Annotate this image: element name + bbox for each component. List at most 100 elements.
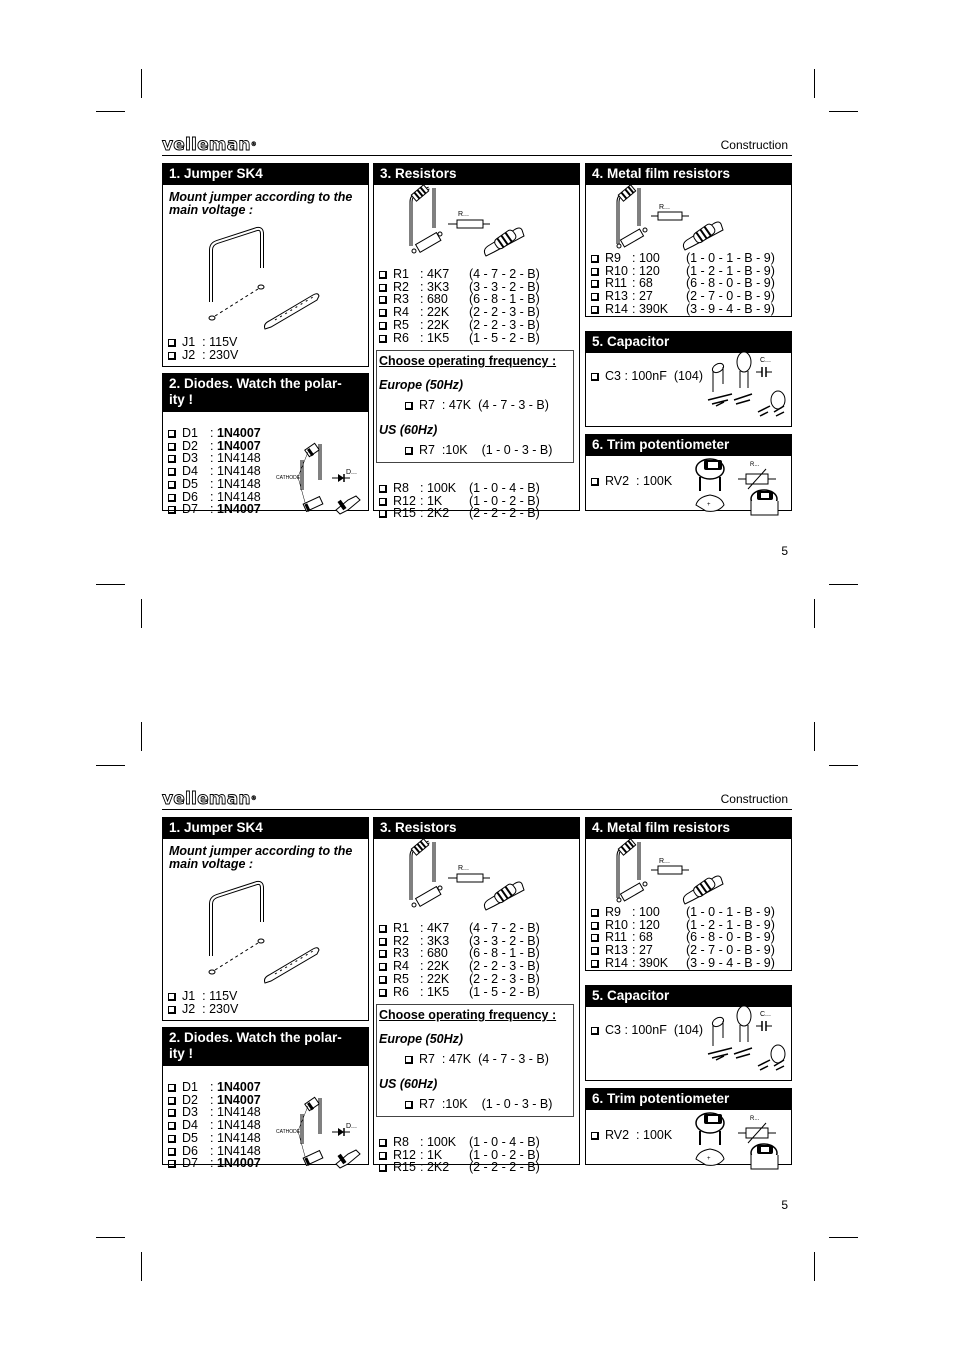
checkbox[interactable] bbox=[168, 339, 176, 347]
checkbox[interactable] bbox=[168, 1122, 176, 1131]
checkbox[interactable] bbox=[591, 909, 599, 917]
checkbox[interactable] bbox=[379, 283, 387, 292]
checkbox[interactable] bbox=[379, 510, 387, 519]
list-item[interactable]: J2 : 230V bbox=[168, 1002, 238, 1016]
checkbox[interactable] bbox=[168, 468, 176, 477]
checkbox[interactable] bbox=[168, 506, 176, 515]
list-item[interactable]: R15: 2K2 (2 - 2 - 2 - B) bbox=[379, 1161, 540, 1174]
list-item[interactable]: D7: 1N4007 bbox=[168, 503, 261, 516]
checkbox[interactable] bbox=[379, 497, 387, 506]
panel-title: 4. Metal film resistors bbox=[586, 818, 791, 839]
checkbox[interactable] bbox=[168, 455, 176, 464]
list-item[interactable]: RV2 : 100K bbox=[591, 1129, 672, 1142]
checkbox[interactable] bbox=[591, 921, 599, 930]
panel-trim-potentiometer: 6. Trim potentiometer RV2 : 100K + R... bbox=[585, 1088, 792, 1170]
jumper-illustration bbox=[208, 226, 320, 330]
checkbox[interactable] bbox=[379, 485, 387, 493]
checkbox[interactable] bbox=[379, 988, 387, 997]
checkbox[interactable] bbox=[405, 1056, 413, 1064]
checkbox[interactable] bbox=[591, 959, 599, 968]
list-item[interactable]: R15: 2K2 (2 - 2 - 2 - B) bbox=[379, 507, 540, 520]
checkbox[interactable] bbox=[379, 950, 387, 959]
checkbox[interactable] bbox=[168, 493, 176, 502]
page-header: velleman® Construction bbox=[162, 134, 792, 156]
jumper-list: J1 : 115V J2 : 230V bbox=[168, 336, 238, 361]
checkbox[interactable] bbox=[405, 446, 413, 455]
checkbox[interactable] bbox=[168, 1005, 176, 1014]
checkbox[interactable] bbox=[168, 1134, 176, 1143]
jumper-list: J1 : 115V J2 : 230V bbox=[168, 990, 238, 1015]
panel-metal-film-resistors: 4. Metal film resistors R... R9: 100 (1 - bbox=[585, 163, 792, 317]
list-item-europe[interactable]: R7 : 47K (4 - 7 - 3 - B) bbox=[377, 392, 573, 412]
checkbox[interactable] bbox=[168, 1160, 176, 1169]
checkbox[interactable] bbox=[379, 296, 387, 305]
checkbox[interactable] bbox=[168, 480, 176, 489]
list-item[interactable]: D7: 1N4007 bbox=[168, 1157, 261, 1170]
list-item-us[interactable]: R7 :10K (1 - 0 - 3 - B) bbox=[377, 1091, 573, 1111]
panel-diodes: 2. Diodes. Watch the polar-ity ! D1: 1N4… bbox=[162, 373, 369, 516]
checkbox[interactable] bbox=[591, 255, 599, 263]
list-item-us[interactable]: R7 :10K (1 - 0 - 3 - B) bbox=[377, 437, 573, 457]
resistor-illustration: R... bbox=[409, 838, 525, 911]
checkbox[interactable] bbox=[591, 478, 599, 486]
checkbox[interactable] bbox=[168, 1109, 176, 1118]
list-item[interactable]: R14: 390K (3 - 9 - 4 - B - 9) bbox=[591, 302, 775, 316]
checkbox[interactable] bbox=[168, 442, 176, 451]
panel-title: 3. Resistors bbox=[374, 818, 579, 839]
panel-jumper: 1. Jumper SK4 Mount jumper according to … bbox=[162, 817, 369, 1021]
list-item[interactable]: C3 : 100nF (104) bbox=[591, 1024, 703, 1037]
checkbox[interactable] bbox=[379, 321, 387, 330]
checkbox[interactable] bbox=[591, 373, 599, 381]
panel-title: 3. Resistors bbox=[374, 164, 579, 185]
checkbox[interactable] bbox=[379, 309, 387, 318]
checkbox[interactable] bbox=[168, 351, 176, 360]
panel-capacitor: 5. Capacitor C3 : 100nF (104) C... bbox=[585, 331, 792, 427]
checkbox[interactable] bbox=[591, 934, 599, 943]
checkbox[interactable] bbox=[379, 1151, 387, 1160]
checkbox[interactable] bbox=[379, 1164, 387, 1173]
checkbox[interactable] bbox=[379, 963, 387, 972]
checkbox[interactable] bbox=[591, 947, 599, 956]
checkbox[interactable] bbox=[379, 925, 387, 933]
checkbox[interactable] bbox=[168, 1084, 176, 1092]
resistor-extra-list: R8: 100K (1 - 0 - 4 - B) R12: 1K (1 - 0 - … bbox=[379, 1136, 540, 1174]
panel-resistors: 3. Resistors R... R1: 4K7 (4 - 7 - 2 - B) bbox=[373, 817, 580, 1174]
list-item[interactable]: J2 : 230V bbox=[168, 348, 238, 362]
checkbox[interactable] bbox=[591, 280, 599, 289]
list-item[interactable]: R6: 1K5 (1 - 5 - 2 - B) bbox=[379, 331, 540, 345]
list-item[interactable]: R14: 390K (3 - 9 - 4 - B - 9) bbox=[591, 956, 775, 970]
crop-mark bbox=[141, 69, 142, 98]
panel-title: 4. Metal film resistors bbox=[586, 164, 791, 185]
checkbox[interactable] bbox=[168, 1096, 176, 1105]
checkbox[interactable] bbox=[405, 402, 413, 410]
crop-mark bbox=[814, 722, 815, 751]
checkbox[interactable] bbox=[168, 1147, 176, 1156]
checkbox[interactable] bbox=[591, 293, 599, 302]
checkbox[interactable] bbox=[379, 1139, 387, 1147]
checkbox[interactable] bbox=[379, 334, 387, 343]
list-item[interactable]: RV2 : 100K bbox=[591, 475, 672, 488]
resistor-extra-list: R8: 100K (1 - 0 - 4 - B) R12: 1K (1 - 0 - … bbox=[379, 482, 540, 520]
checkbox[interactable] bbox=[379, 975, 387, 984]
metal-film-list: R9: 100 (1 - 0 - 1 - B - 9) R10: 120 (1 - … bbox=[591, 252, 775, 316]
checkbox[interactable] bbox=[591, 305, 599, 314]
diode-list: D1: 1N4007 D2: 1N4007 D3: 1N4148 D4: 1N4… bbox=[168, 1081, 261, 1170]
diode-symbol-label: D... bbox=[346, 469, 357, 476]
crop-mark bbox=[96, 1237, 125, 1238]
checkbox[interactable] bbox=[168, 430, 176, 438]
list-item[interactable]: R6: 1K5 (1 - 5 - 2 - B) bbox=[379, 985, 540, 999]
list-item[interactable]: C3 : 100nF (104) bbox=[591, 370, 703, 383]
checkbox[interactable] bbox=[591, 1132, 599, 1140]
checkbox[interactable] bbox=[168, 993, 176, 1001]
panel-metal-film-resistors: 4. Metal film resistors R... R9: 100 (1 - bbox=[585, 817, 792, 971]
checkbox[interactable] bbox=[405, 1100, 413, 1109]
panel-title: 6. Trim potentiometer bbox=[586, 435, 791, 456]
checkbox[interactable] bbox=[379, 271, 387, 279]
resistor-symbol-label: R... bbox=[659, 204, 670, 211]
resistor-symbol-label: R... bbox=[458, 211, 469, 218]
checkbox[interactable] bbox=[591, 267, 599, 276]
checkbox[interactable] bbox=[379, 937, 387, 946]
list-item-europe[interactable]: R7 : 47K (4 - 7 - 3 - B) bbox=[377, 1046, 573, 1066]
checkbox[interactable] bbox=[591, 1027, 599, 1035]
panel-title: 5. Capacitor bbox=[586, 986, 791, 1007]
